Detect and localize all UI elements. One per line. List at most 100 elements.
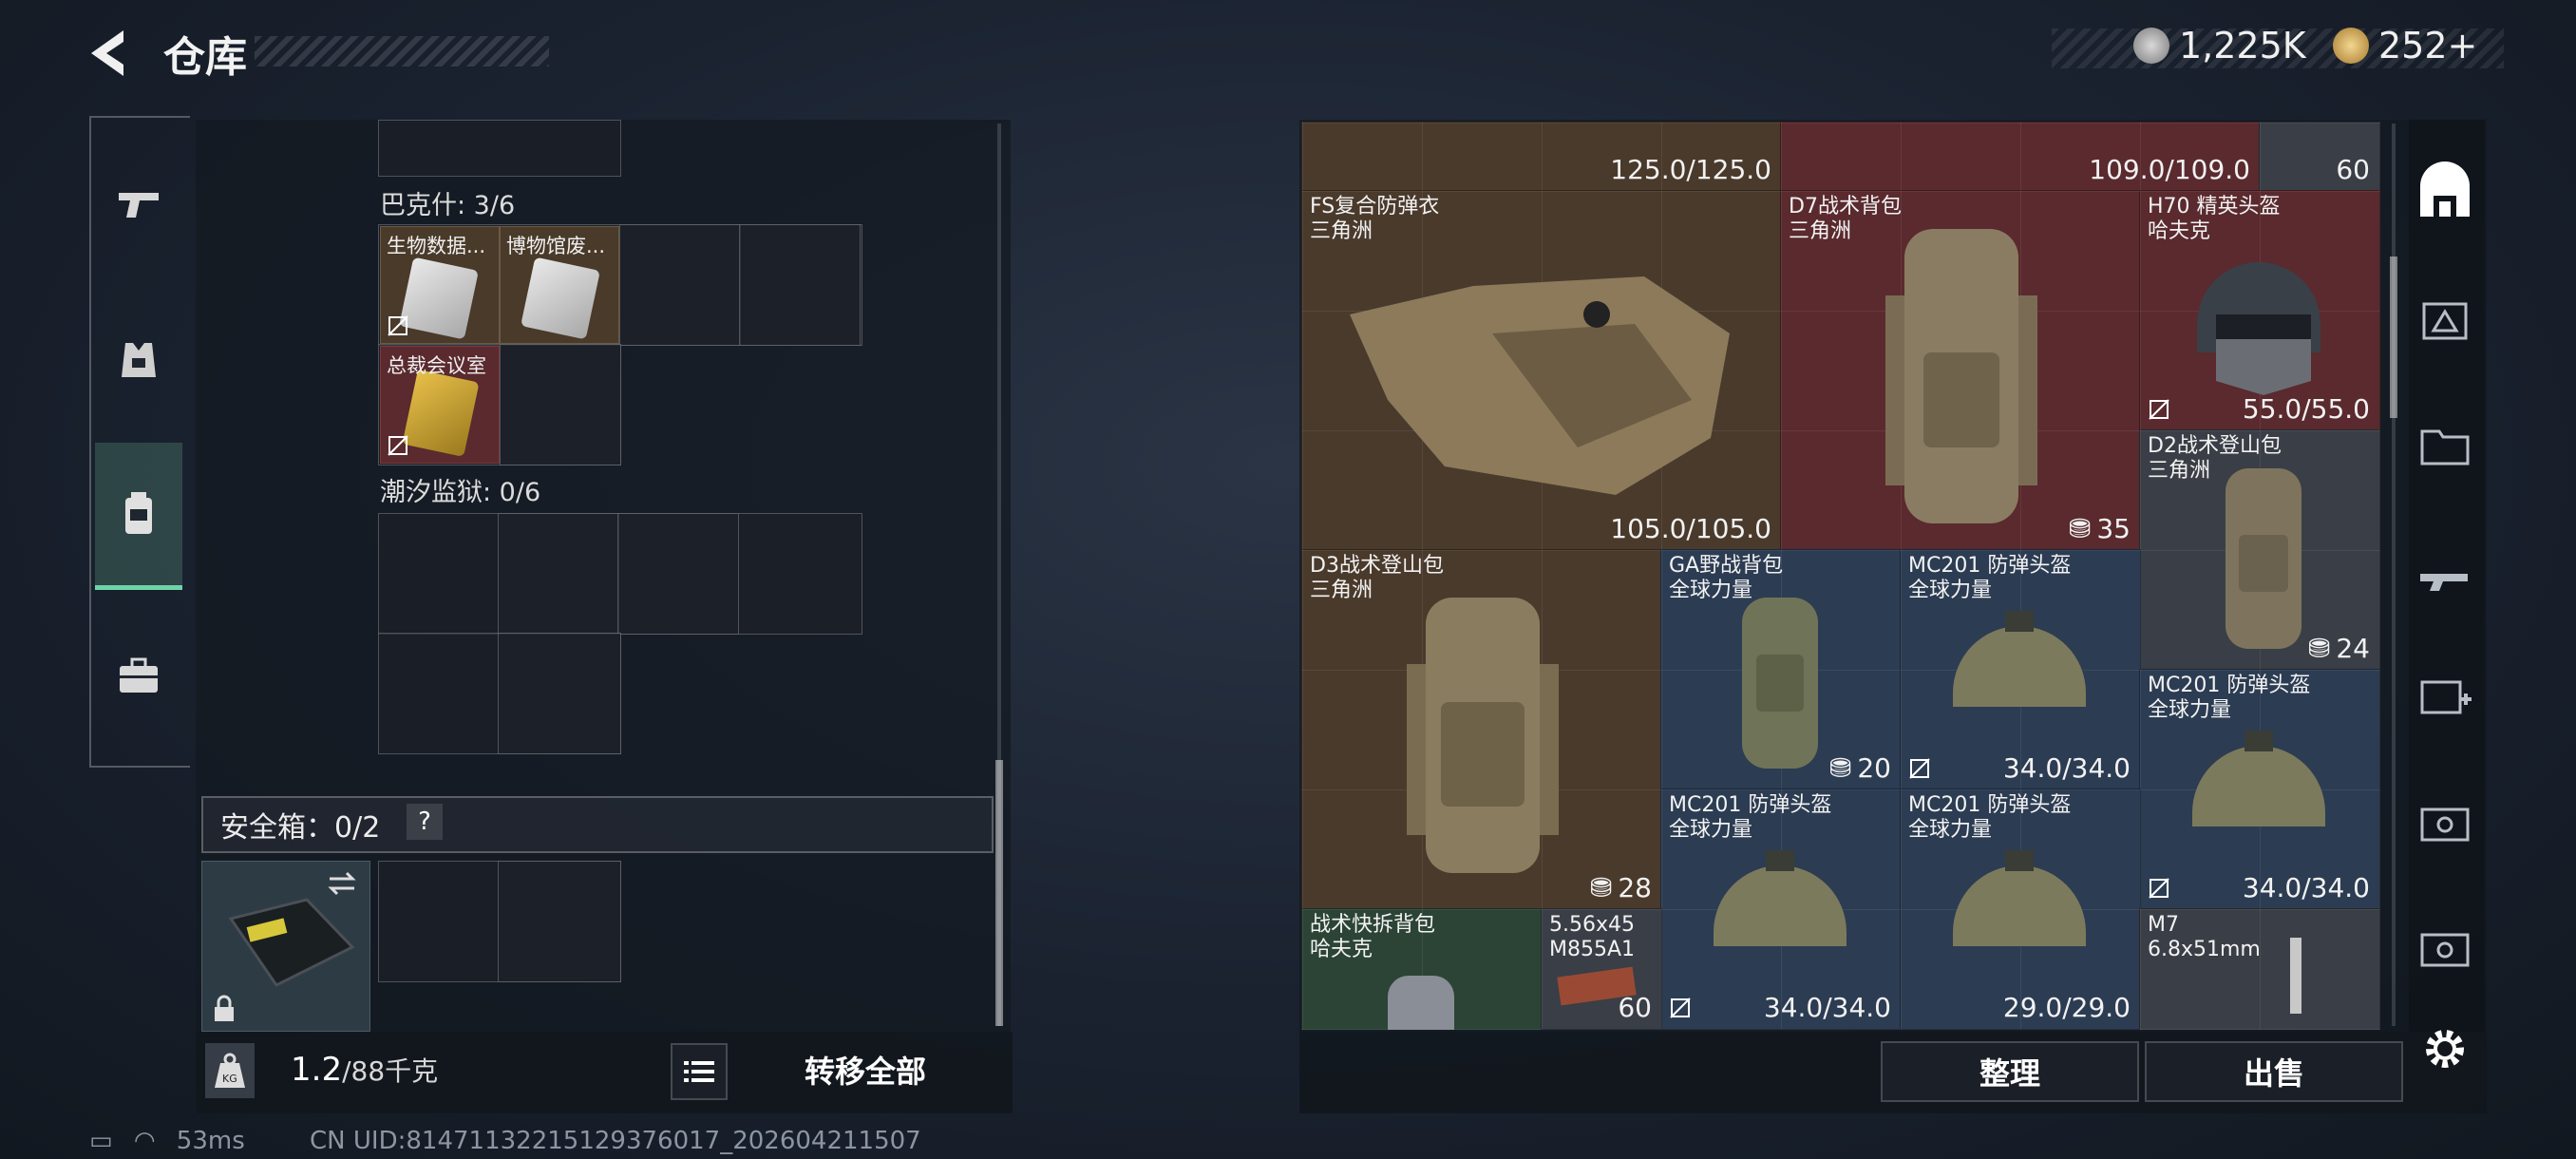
warehouse-item[interactable]: 109.0/109.0 bbox=[1780, 122, 2261, 192]
no-insure-icon bbox=[1909, 758, 1930, 779]
no-insure-icon bbox=[388, 315, 408, 336]
storage-tab-4b[interactable] bbox=[2411, 661, 2479, 730]
warehouse-item[interactable]: 125.0/125.0 bbox=[1301, 122, 1782, 192]
helmet-icon bbox=[2192, 731, 2325, 826]
grid-cell[interactable] bbox=[498, 861, 621, 982]
no-insure-icon bbox=[2149, 878, 2169, 899]
warehouse-item[interactable]: MC201 防弹头盔 全球力量 34.0/34.0 bbox=[1900, 549, 2141, 790]
nav-items[interactable] bbox=[95, 623, 182, 728]
storage-tab-4d[interactable] bbox=[2411, 912, 2479, 980]
gold-currency[interactable]: 252+ bbox=[2333, 25, 2477, 66]
weight-max: /88千克 bbox=[342, 1055, 439, 1087]
durability: 34.0/34.0 bbox=[1763, 992, 1891, 1023]
nav-weapons[interactable] bbox=[95, 152, 182, 256]
helmet-icon bbox=[1953, 850, 2086, 946]
warehouse-item[interactable]: FS复合防弹衣 三角洲 105.0/105.0 bbox=[1301, 190, 1782, 551]
warehouse-item[interactable]: MC201 防弹头盔 全球力量 34.0/34.0 bbox=[2139, 669, 2380, 910]
storage-tab-main[interactable] bbox=[2411, 160, 2479, 228]
gear-icon bbox=[2426, 1030, 2464, 1068]
keycard-item[interactable]: 生物数据... bbox=[380, 226, 500, 344]
durability: 105.0/105.0 bbox=[1610, 513, 1771, 544]
item-name: D7战术背包 三角洲 bbox=[1789, 195, 1902, 243]
storage-tab-4c[interactable] bbox=[2411, 787, 2479, 855]
warehouse-item[interactable]: GA野战背包 全球力量 ⛃ 20 bbox=[1660, 549, 1902, 790]
scroll-thumb[interactable] bbox=[2390, 256, 2397, 418]
item-name: D3战术登山包 三角洲 bbox=[1310, 554, 1444, 602]
rifle-icon bbox=[2420, 574, 2468, 591]
safebox-label: 安全箱：0/2 bbox=[220, 811, 381, 845]
warehouse-item[interactable]: D3战术登山包 三角洲 ⛃ 28 bbox=[1301, 549, 1662, 910]
warehouse-item[interactable]: MC201 防弹头盔 全球力量 29.0/29.0 bbox=[1900, 788, 2141, 1030]
gun-icon bbox=[119, 193, 159, 218]
durability: 29.0/29.0 bbox=[2002, 992, 2131, 1023]
ping-value: 53ms bbox=[176, 1127, 245, 1155]
storage-tab-4a[interactable] bbox=[2411, 410, 2479, 479]
backpack-icon bbox=[125, 492, 152, 534]
grid-cell[interactable] bbox=[619, 224, 741, 346]
status-bar: ▭ ◠ 53ms CN UID:8147113221512937601​7_20… bbox=[89, 1127, 921, 1155]
warehouse-icon bbox=[2420, 162, 2470, 217]
crate-icon bbox=[2422, 302, 2468, 340]
battery-icon: ▭ bbox=[89, 1127, 113, 1155]
warehouse-item[interactable]: H70 精英头盔 哈夫克 55.0/55.0 bbox=[2139, 190, 2380, 431]
silver-amount: 1,225K bbox=[2179, 25, 2306, 66]
durability: 34.0/34.0 bbox=[2002, 752, 2131, 784]
helmet-icon bbox=[2197, 262, 2320, 395]
warehouse-item[interactable]: D7战术背包 三角洲 ⛃ 35 bbox=[1780, 190, 2141, 551]
back-button[interactable] bbox=[85, 27, 133, 80]
capacity: ⛃ 24 bbox=[2307, 633, 2370, 664]
scroll-thumb[interactable] bbox=[995, 760, 1003, 1026]
settings-button[interactable] bbox=[2411, 1015, 2479, 1083]
folder-icon bbox=[2420, 429, 2470, 466]
warehouse-item[interactable]: D2战术登山包 三角洲 ⛃ 24 bbox=[2139, 429, 2380, 671]
weight-icon-box: KG bbox=[205, 1043, 255, 1098]
storage-tab-3b[interactable] bbox=[2411, 536, 2479, 604]
durability: 125.0/125.0 bbox=[1610, 154, 1771, 185]
warehouse-item[interactable]: 战术快拆背包 哈夫克 bbox=[1301, 908, 1543, 1030]
group-label-prison: 潮汐监狱: 0/6 bbox=[380, 478, 541, 507]
storage-tab-3a[interactable] bbox=[2411, 285, 2479, 353]
warehouse-grid: 125.0/125.0 109.0/109.0 60 FS复合防弹衣 三角洲 1… bbox=[1301, 122, 2382, 1030]
back-arrow-icon bbox=[91, 30, 123, 76]
item-count: 60 bbox=[2336, 154, 2370, 185]
warehouse-item[interactable]: M7 6.8x51mm bbox=[2139, 908, 2380, 1030]
title-decoration bbox=[255, 36, 549, 66]
help-button[interactable]: ? bbox=[407, 804, 443, 840]
keycard-icon bbox=[521, 256, 600, 340]
safebox-slot[interactable] bbox=[201, 861, 370, 1032]
sort-button[interactable]: 整理 bbox=[1881, 1041, 2139, 1102]
capacity-icon: ⛃ bbox=[1589, 872, 1613, 903]
list-view-button[interactable] bbox=[671, 1043, 728, 1100]
grid-cell[interactable] bbox=[498, 633, 621, 754]
warehouse-item[interactable]: MC201 防弹头盔 全球力量 34.0/34.0 bbox=[1660, 788, 1902, 1030]
item-name: MC201 防弹头盔 全球力量 bbox=[1908, 793, 2072, 842]
item-name: 生物数据... bbox=[387, 235, 486, 257]
swap-icon[interactable] bbox=[326, 869, 358, 898]
grid-cell[interactable] bbox=[378, 120, 621, 177]
grid-cell[interactable] bbox=[617, 513, 739, 635]
body-armor-icon bbox=[1350, 276, 1730, 495]
durability: 109.0/109.0 bbox=[2089, 154, 2250, 185]
warehouse-item[interactable]: 5.56x45 M855A1 60 bbox=[1541, 908, 1662, 1030]
nav-equipment[interactable] bbox=[95, 308, 182, 412]
keycard-item[interactable]: 博物馆废... bbox=[500, 226, 619, 344]
warehouse-item[interactable]: 60 bbox=[2259, 122, 2380, 192]
keycard-item[interactable]: 总裁会议室 bbox=[380, 346, 500, 464]
no-insure-icon bbox=[2149, 399, 2169, 420]
item-name: D2战术登山包 三角洲 bbox=[2148, 434, 2282, 483]
svg-text:KG: KG bbox=[222, 1073, 237, 1085]
nav-containers[interactable] bbox=[95, 443, 182, 590]
grid-cell[interactable] bbox=[498, 513, 619, 635]
item-name: FS复合防弹衣 三角洲 bbox=[1310, 195, 1440, 243]
durability: 34.0/34.0 bbox=[2242, 872, 2370, 903]
grid-cell[interactable] bbox=[500, 344, 621, 466]
vest-icon bbox=[122, 343, 156, 377]
transfer-all-button[interactable]: 转移全部 bbox=[731, 1043, 999, 1096]
wifi-icon: ◠ bbox=[133, 1127, 156, 1155]
item-name: MC201 防弹头盔 全球力量 bbox=[1669, 793, 1832, 842]
silver-currency[interactable]: 1,225K bbox=[2133, 25, 2306, 66]
grid-cell[interactable] bbox=[739, 224, 861, 346]
backpack-icon bbox=[1388, 976, 1454, 1030]
sell-button[interactable]: 出售 bbox=[2145, 1041, 2403, 1102]
weight-value: 1.2 bbox=[291, 1051, 343, 1089]
